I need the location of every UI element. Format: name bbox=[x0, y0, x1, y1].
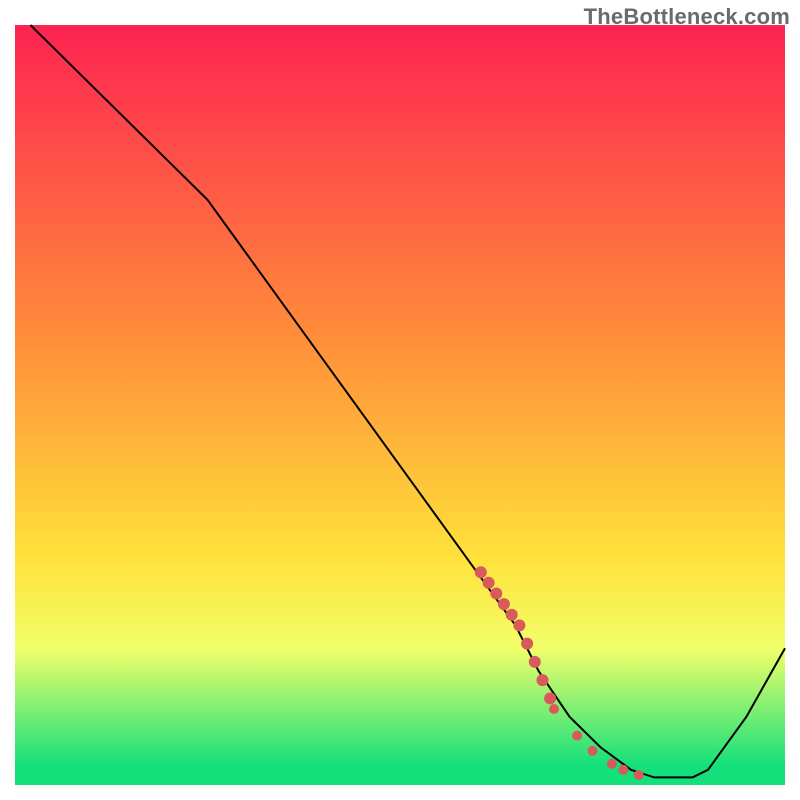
highlight-dot bbox=[588, 746, 598, 756]
chart-root: TheBottleneck.com bbox=[0, 0, 800, 800]
highlight-dot bbox=[506, 609, 518, 621]
highlight-dot bbox=[529, 656, 541, 668]
bottleneck-chart bbox=[0, 0, 800, 800]
plot-background bbox=[15, 25, 785, 785]
highlight-dot bbox=[549, 704, 559, 714]
highlight-dot bbox=[618, 765, 628, 775]
highlight-dot bbox=[544, 692, 556, 704]
highlight-dot bbox=[513, 619, 525, 631]
highlight-dot bbox=[537, 674, 549, 686]
highlight-dot bbox=[521, 638, 533, 650]
watermark-text: TheBottleneck.com bbox=[584, 4, 790, 30]
highlight-dot bbox=[634, 770, 644, 780]
highlight-dot bbox=[607, 759, 617, 769]
highlight-dot bbox=[498, 598, 510, 610]
highlight-dot bbox=[475, 566, 487, 578]
highlight-dot bbox=[483, 577, 495, 589]
highlight-dot bbox=[572, 731, 582, 741]
highlight-dot bbox=[490, 588, 502, 600]
